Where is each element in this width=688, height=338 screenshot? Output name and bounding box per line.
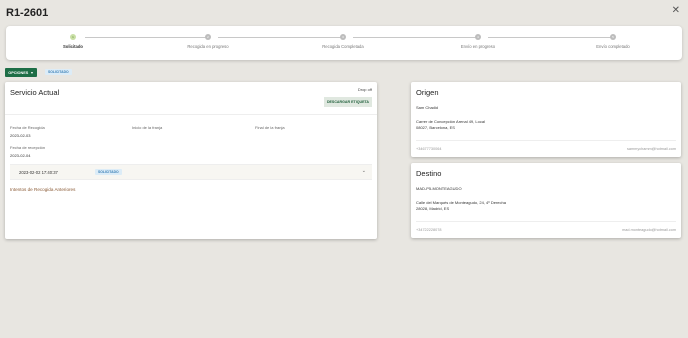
status-stepper: 1 Solicitado 2 Recogida en progreso 3 Re… [6, 26, 682, 60]
chevron-down-icon[interactable]: ⌄ [362, 168, 366, 174]
slot-start-field: Inicio de la franja [132, 125, 162, 130]
field-label: Final de la franja [255, 125, 285, 130]
close-icon[interactable]: ✕ [672, 5, 680, 16]
step-number: 5 [610, 34, 616, 40]
address-line: Calle del Marqués de Monteagudo, 24, 4º … [416, 200, 506, 205]
step-number: 4 [475, 34, 481, 40]
field-value: 2023-02-03 [10, 133, 31, 138]
step-label: Envío en progreso [460, 44, 496, 49]
email-address: sammychamm@hotmail.com [626, 147, 676, 151]
email-address: mad.monteagudo@hotmail.com [622, 228, 676, 232]
reception-date-field: Fecha de recepción 2023-02-04 [10, 145, 45, 158]
service-mode: Drop off [357, 87, 372, 92]
step-label: Recogida en progreso [187, 44, 229, 49]
step-recogida-en-progreso: 2 Recogida en progreso [163, 34, 253, 49]
status-badge: SOLICITADO [45, 69, 72, 75]
step-number: 1 [70, 34, 76, 40]
options-button[interactable]: OPCIONES ▼ [5, 68, 37, 77]
phone-number: +34677730064 [416, 147, 442, 151]
slot-end-field: Final de la franja [255, 125, 285, 130]
current-service-card: Servicio Actual Drop off DESCARGAR ETIQU… [5, 82, 377, 239]
previous-attempts-link[interactable]: Intentos de Recogida Anteriores [10, 187, 75, 192]
destination-card: Destino MAD-P5-MONTEAGUDO Calle del Marq… [411, 163, 681, 238]
card-title: Destino [416, 169, 442, 178]
contact-name: MAD-P5-MONTEAGUDO [416, 186, 462, 191]
pickup-date-field: Fecha de Recogida 2023-02-03 [10, 125, 45, 138]
status-history-row[interactable]: 2023-02-02 17:40:37 SOLICITADO ⌄ [10, 164, 372, 180]
step-envio-completado: 5 Envío completado [568, 34, 658, 49]
step-label: Recogida Completada [322, 44, 364, 49]
page-title: R1-2601 [6, 7, 49, 19]
step-envio-en-progreso: 4 Envío en progreso [433, 34, 523, 49]
step-recogida-completada: 3 Recogida Completada [298, 34, 388, 49]
divider [416, 140, 676, 141]
caret-down-icon: ▼ [30, 70, 34, 75]
options-label: OPCIONES [8, 70, 29, 75]
history-datetime: 2023-02-02 17:40:37 [19, 169, 58, 175]
field-label: Fecha de Recogida [10, 125, 45, 130]
card-title: Origen [416, 88, 439, 97]
history-status-badge: SOLICITADO [95, 168, 122, 175]
field-value: 2023-02-04 [10, 153, 31, 158]
address-line: 08027, Barcelona, ES [416, 125, 455, 130]
address-line: Carrer de Concepción Arenal 49, Local [416, 119, 485, 124]
divider [5, 114, 377, 115]
step-solicitado: 1 Solicitado [28, 34, 118, 49]
download-label-button[interactable]: DESCARGAR ETIQUETA [323, 97, 372, 107]
field-label: Fecha de recepción [10, 145, 46, 150]
card-title: Servicio Actual [10, 88, 60, 97]
divider [416, 221, 676, 222]
address-line: 28028, Madrid, ES [416, 206, 450, 211]
field-label: Inicio de la franja [132, 125, 163, 130]
step-number: 3 [340, 34, 346, 40]
origin-card: Origen Sam Chadid Carrer de Concepción A… [411, 82, 681, 157]
step-label: Solicitado [62, 44, 83, 49]
step-number: 2 [205, 34, 211, 40]
contact-name: Sam Chadid [416, 105, 439, 110]
phone-number: +34722228078 [416, 228, 442, 232]
step-label: Envío completado [596, 44, 630, 49]
